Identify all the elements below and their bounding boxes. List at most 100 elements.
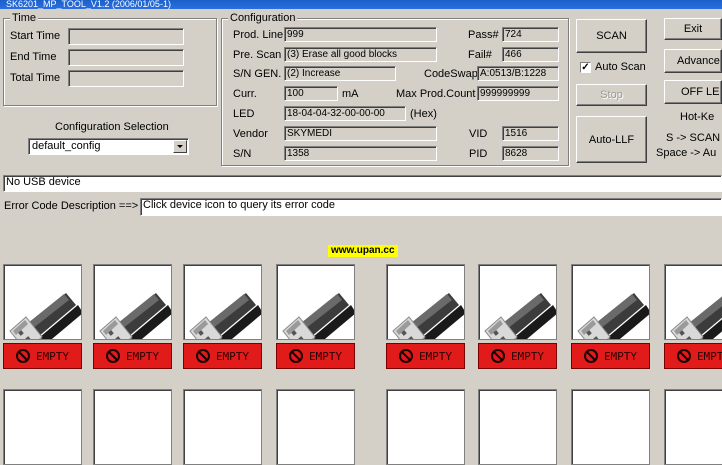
watermark-label: www.upan.cc (328, 245, 398, 257)
auto-scan-checkbox[interactable]: ✓ (580, 62, 591, 73)
device-slot[interactable]: EMPTY (664, 264, 722, 369)
exit-button[interactable]: Exit (664, 18, 722, 40)
device-slot[interactable] (93, 389, 172, 465)
usb-drive-icon[interactable] (183, 264, 262, 340)
device-slot[interactable] (386, 389, 465, 465)
slot-status-text: EMPTY (308, 349, 343, 363)
prohibited-icon (583, 349, 598, 363)
usb-drive-icon[interactable] (386, 264, 465, 340)
prohibited-icon (398, 349, 413, 363)
error-code-field: Click device icon to query its error cod… (140, 198, 722, 216)
prohibited-icon (288, 349, 303, 363)
sn-field: 1358 (284, 146, 437, 161)
device-slot[interactable] (478, 389, 557, 465)
config-selection-label: Configuration Selection (55, 121, 169, 133)
codeswap-label: CodeSwap (424, 68, 478, 80)
slot-status-badge: EMPTY (386, 343, 465, 369)
auto-scan-label: Auto Scan (595, 61, 646, 73)
config-selection-dropdown[interactable]: default_config (28, 138, 189, 155)
slot-status-text: EMPTY (35, 349, 70, 363)
usb-drive-icon[interactable] (183, 389, 262, 465)
curr-field: 100 (284, 86, 338, 101)
start-time-label: Start Time (10, 30, 61, 42)
total-time-field (68, 70, 184, 87)
pid-field: 8628 (502, 146, 559, 161)
auto-llf-button[interactable]: Auto-LLF (576, 116, 647, 163)
slot-status-badge: EMPTY (276, 343, 355, 369)
usb-drive-icon[interactable] (3, 264, 82, 340)
pre-scan-field: (3) Erase all good blocks (284, 47, 437, 62)
led-field: 18-04-04-32-00-00-00 (284, 106, 406, 121)
scan-button[interactable]: SCAN (576, 19, 647, 53)
usb-drive-image (484, 292, 556, 339)
device-slot[interactable]: EMPTY (478, 264, 557, 369)
device-slot[interactable]: EMPTY (386, 264, 465, 369)
sn-label: S/N (233, 148, 252, 160)
pass-label: Pass# (468, 29, 499, 41)
usb-drive-image (189, 292, 261, 339)
slot-status-text: EMPTY (510, 349, 545, 363)
time-legend: Time (10, 12, 39, 24)
prohibited-icon (490, 349, 505, 363)
usb-drive-icon[interactable] (571, 264, 650, 340)
vid-label: VID (469, 128, 488, 140)
config-selection-value: default_config (32, 140, 101, 152)
slot-status-badge: EMPTY (478, 343, 557, 369)
device-slot[interactable] (664, 389, 722, 465)
usb-drive-icon[interactable] (478, 389, 557, 465)
configuration-legend: Configuration (228, 12, 298, 24)
fail-label: Fail# (468, 49, 492, 61)
usb-drive-icon[interactable] (93, 389, 172, 465)
status-line: No USB device (3, 175, 722, 192)
device-slot[interactable]: EMPTY (3, 264, 82, 369)
slot-status-badge: EMPTY (571, 343, 650, 369)
usb-drive-image (670, 292, 722, 339)
slot-status-text: EMPTY (215, 349, 250, 363)
chevron-down-icon[interactable] (173, 140, 187, 153)
hotkey-title: Hot-Ke (680, 111, 715, 123)
usb-drive-icon[interactable] (276, 389, 355, 465)
usb-drive-icon[interactable] (478, 264, 557, 340)
sn-gen-label: S/N GEN. (233, 68, 282, 80)
usb-drive-icon[interactable] (276, 264, 355, 340)
stop-button[interactable]: Stop (576, 84, 647, 106)
device-slot[interactable]: EMPTY (571, 264, 650, 369)
usb-drive-icon[interactable] (3, 389, 82, 465)
device-slot[interactable]: EMPTY (276, 264, 355, 369)
error-code-label: Error Code Description ==> (4, 200, 139, 212)
prohibited-icon (676, 349, 691, 363)
pid-label: PID (469, 148, 488, 160)
vendor-field: SKYMEDI (284, 126, 437, 141)
slot-status-text: EMPTY (125, 349, 160, 363)
window-title: SK6201_MP_TOOL_V1.2 (2006/01/05-1) (6, 0, 171, 9)
usb-drive-icon[interactable] (93, 264, 172, 340)
usb-drive-image (392, 292, 464, 339)
slot-status-badge: EMPTY (183, 343, 262, 369)
device-slot[interactable] (3, 389, 82, 465)
usb-drive-icon[interactable] (664, 389, 722, 465)
codeswap-field: A:0513/B:1228 (477, 66, 559, 81)
usb-drive-image (99, 292, 171, 339)
curr-label: Curr. (233, 88, 257, 100)
usb-drive-icon[interactable] (664, 264, 722, 340)
usb-drive-icon[interactable] (386, 389, 465, 465)
off-led-button[interactable]: OFF LE (664, 80, 722, 104)
pre-scan-label: Pre. Scan (233, 49, 282, 61)
usb-drive-icon[interactable] (571, 389, 650, 465)
end-time-label: End Time (10, 51, 57, 63)
slot-status-text: EMPTY (603, 349, 638, 363)
device-slot[interactable]: EMPTY (183, 264, 262, 369)
device-slot[interactable] (276, 389, 355, 465)
device-slot[interactable] (183, 389, 262, 465)
led-label: LED (233, 108, 255, 120)
device-slot[interactable]: EMPTY (93, 264, 172, 369)
device-slot[interactable] (571, 389, 650, 465)
total-time-label: Total Time (10, 72, 61, 84)
vendor-label: Vendor (233, 128, 268, 140)
slot-status-text: EMPTY (696, 349, 722, 363)
max-prod-count-field: 999999999 (477, 86, 559, 101)
prod-line-label: Prod. Line (233, 29, 284, 41)
slot-status-badge: EMPTY (3, 343, 82, 369)
advance-button[interactable]: Advance (664, 49, 722, 73)
prohibited-icon (105, 349, 120, 363)
